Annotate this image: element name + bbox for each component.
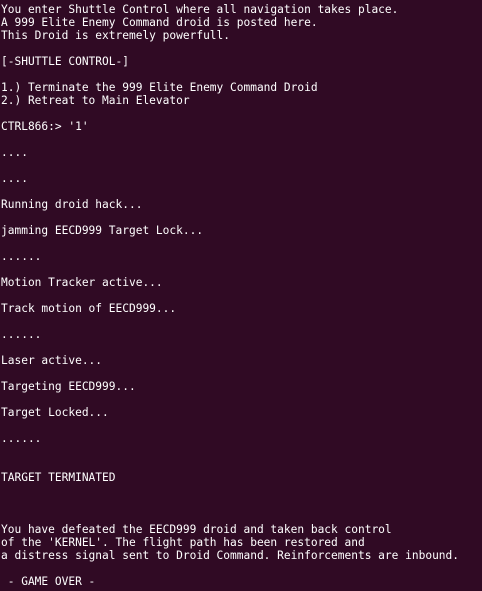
status-line: Motion Tracker active... — [1, 276, 163, 289]
intro-line-1: You enter Shuttle Control where all navi… — [1, 3, 399, 16]
intro-line-3: This Droid is extremely powerfull. — [1, 29, 231, 42]
progress-dots: ...... — [1, 328, 42, 341]
result-line: TARGET TERMINATED — [1, 471, 116, 484]
status-line: Running droid hack... — [1, 198, 143, 211]
status-line: Laser active... — [1, 354, 103, 367]
status-line: Targeting EECD999... — [1, 380, 136, 393]
progress-dots: .... — [1, 146, 28, 159]
game-over-line: - GAME OVER - — [1, 575, 96, 588]
status-line: jamming EECD999 Target Lock... — [1, 224, 204, 237]
menu-option-1: 1.) Terminate the 999 Elite Enemy Comman… — [1, 81, 318, 94]
intro-line-2: A 999 Elite Enemy Command droid is poste… — [1, 16, 318, 29]
status-line: Target Locked... — [1, 406, 109, 419]
command-prompt: CTRL866:> '1' — [1, 120, 89, 133]
menu-title: [-SHUTTLE CONTROL-] — [1, 55, 129, 68]
menu-option-2: 2.) Retreat to Main Elevator — [1, 94, 190, 107]
outro-line-2: of the 'KERNEL'. The flight path has bee… — [1, 536, 365, 549]
terminal-output: You enter Shuttle Control where all navi… — [0, 0, 482, 591]
progress-dots: .... — [1, 172, 28, 185]
progress-dots: ...... — [1, 432, 42, 445]
status-line: Track motion of EECD999... — [1, 302, 177, 315]
outro-line-3: a distress signal sent to Droid Command.… — [1, 549, 460, 562]
progress-dots: ...... — [1, 250, 42, 263]
outro-line-1: You have defeated the EECD999 droid and … — [1, 523, 392, 536]
